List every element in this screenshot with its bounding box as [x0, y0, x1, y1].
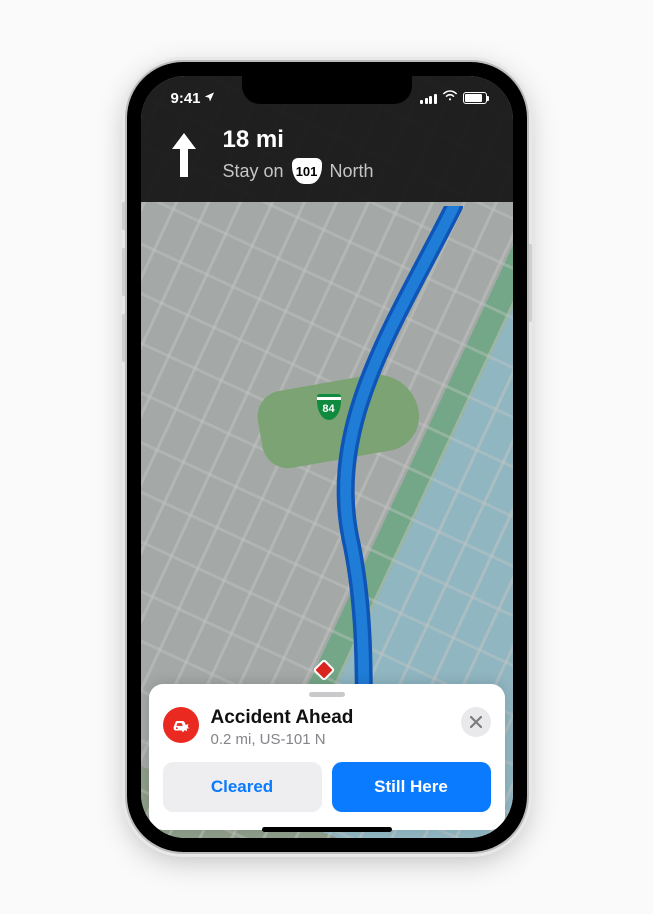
status-time: 9:41	[171, 90, 201, 107]
incident-subtitle: 0.2 mi, US-101 N	[211, 731, 449, 748]
close-button[interactable]	[461, 707, 491, 737]
device-frame: 9:41	[127, 62, 527, 852]
close-icon	[470, 716, 482, 728]
nav-distance: 18 mi	[223, 126, 374, 154]
notch	[242, 76, 412, 104]
cellular-signal-icon	[420, 93, 437, 104]
home-indicator[interactable]	[262, 827, 392, 832]
location-services-icon	[204, 91, 215, 105]
card-grabber[interactable]	[309, 692, 345, 697]
route-shield-101: 101	[292, 158, 322, 184]
incident-title: Accident Ahead	[211, 707, 449, 729]
nav-instruction-prefix: Stay on	[223, 161, 284, 182]
battery-icon	[463, 92, 487, 104]
wifi-icon	[442, 89, 458, 107]
nav-instruction-suffix: North	[330, 161, 374, 182]
nav-instruction: Stay on 101 North	[223, 158, 374, 184]
cleared-button[interactable]: Cleared	[163, 762, 322, 812]
maneuver-straight-icon	[167, 130, 201, 180]
hardware-button-right	[529, 244, 532, 322]
accident-icon	[163, 707, 199, 743]
incident-card: Accident Ahead 0.2 mi, US-101 N Cleared …	[149, 684, 505, 830]
still-here-button[interactable]: Still Here	[332, 762, 491, 812]
screen: 9:41	[141, 76, 513, 838]
hardware-buttons-left	[122, 202, 125, 380]
